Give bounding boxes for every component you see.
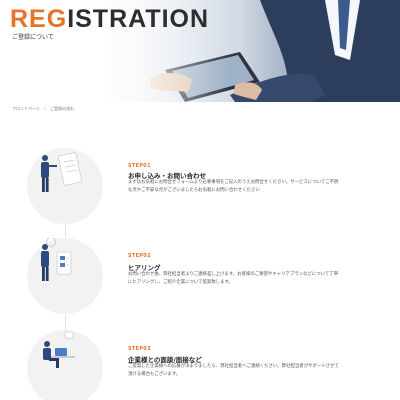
page-title-rest: ISTRATION xyxy=(67,5,210,33)
breadcrumb-home-link[interactable]: フロントページ xyxy=(12,106,40,111)
page-title: REGISTRATION xyxy=(10,4,209,34)
page-title-accent: REG xyxy=(10,5,68,33)
step01-illustration xyxy=(27,148,103,224)
step02-number: STEP02 xyxy=(128,253,151,259)
breadcrumb: フロントページ › ご登録の流れ xyxy=(12,106,77,112)
breadcrumb-separator: › xyxy=(44,106,46,111)
person-with-magnifier-icon xyxy=(41,238,72,281)
step03-description: ご提案した企業様への応募が決まりましたら、弊社担当者へご連絡ください。弊社担当者… xyxy=(128,364,339,377)
page-subtitle: ご登録について xyxy=(12,34,54,41)
person-with-document-icon xyxy=(41,152,83,192)
step01-description: まずはお気軽にお問合せフォームより必要事項をご記入のうえお問合せください。サービ… xyxy=(128,180,339,193)
breadcrumb-current: ご登録の流れ xyxy=(50,106,75,111)
step02-description: お問い合わせ後、弊社担当者よりご連絡差し上げます。お客様のご要望やキャリアプラン… xyxy=(128,272,339,285)
step02-illustration xyxy=(27,238,103,314)
hero-banner: REGISTRATION ご登録について xyxy=(0,0,400,102)
person-at-desk-icon xyxy=(43,331,75,368)
step01-number: STEP01 xyxy=(128,163,151,169)
step03-number: STEP03 xyxy=(128,346,151,352)
step03-illustration xyxy=(27,330,103,400)
